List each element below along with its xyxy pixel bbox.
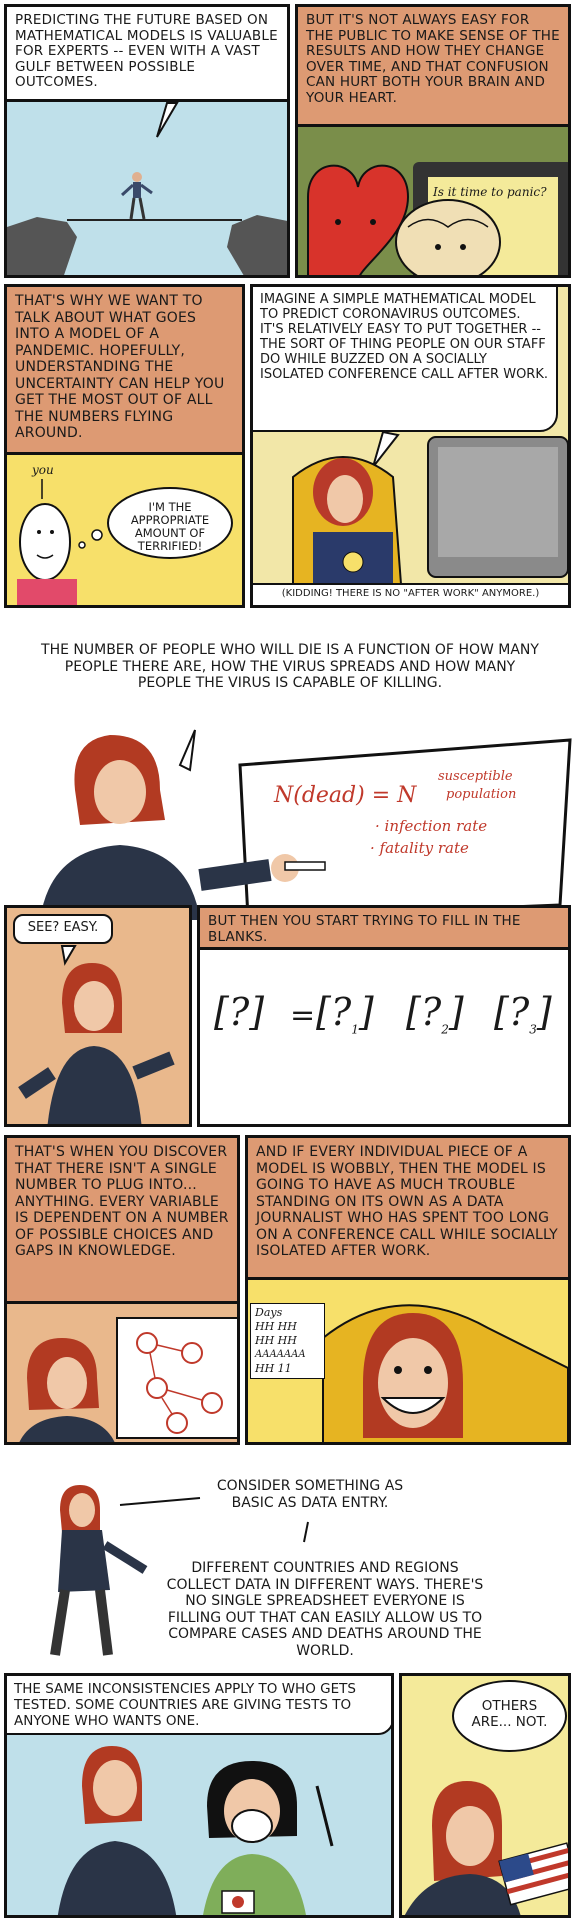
panel-4: Imagine a simple mathematical model to p… — [250, 284, 571, 608]
panel-10-text-1: Consider something as basic as data entr… — [216, 1478, 404, 1511]
panel-9: And if every individual piece of a model… — [245, 1135, 571, 1445]
stick-figure — [17, 479, 103, 605]
tightrope-scene — [7, 102, 287, 275]
scream-text: AAAAAAA — [255, 1349, 306, 1360]
testing-scene — [57, 1746, 334, 1915]
panel-7-caption: But then you start trying to fill in the… — [200, 908, 568, 950]
bracket-1: [?1] — [316, 990, 374, 1037]
panel-3: That's why we want to talk about what go… — [4, 284, 245, 608]
screen-text: Is it time to panic? — [433, 185, 547, 199]
days-tally: Days HH HH HH HH AAAAAAA HH 11 — [250, 1303, 325, 1379]
panel-2: But it's not always easy for the public … — [295, 4, 571, 278]
heart-brain-scene — [307, 162, 568, 275]
panel-10-text-2: Different countries and regions collect … — [166, 1560, 484, 1659]
presenter-shrug — [18, 945, 175, 1124]
panel-12: Others are... not. — [399, 1673, 571, 1918]
screaming-journalist — [322, 1304, 568, 1442]
formula-infection: · infection rate — [375, 817, 488, 835]
equals-sign: = — [290, 998, 316, 1033]
formula-fatality: · fatality rate — [370, 839, 469, 857]
tally-1: HH HH — [255, 1320, 297, 1333]
formula: N(dead) = N susceptible population · inf… — [270, 745, 520, 857]
bracket-0: [?] — [214, 990, 265, 1034]
panel-5-text: The number of people who will die is a f… — [41, 642, 539, 691]
flowchart-scene — [19, 1317, 237, 1442]
thought-bubble: I'm the appropriate amount of terrified! — [107, 487, 233, 559]
bracket-3: [?3] — [494, 990, 552, 1037]
formula-susceptible: susceptible — [438, 769, 513, 784]
panel-6: See? Easy. — [4, 905, 192, 1127]
panel-4-footnote: (Kidding! There is no "after work" anymo… — [253, 583, 568, 605]
tally-3: HH 11 — [255, 1362, 292, 1375]
formula-main: N(dead) = N — [274, 783, 417, 808]
formula-population: population — [446, 787, 517, 802]
flag-scene — [404, 1781, 568, 1915]
tally-2: HH HH — [255, 1334, 297, 1347]
days-label: Days — [255, 1306, 283, 1319]
panel-8: That's when you discover that there isn'… — [4, 1135, 240, 1445]
blank-equation: [?] = [?1] [?2] [?3] — [208, 990, 568, 1060]
panel-1: Predicting the future based on mathemati… — [4, 4, 290, 278]
hazmat-worker-scene — [292, 430, 568, 605]
panel-11: The same inconsistencies apply to who ge… — [4, 1673, 394, 1918]
bracket-2: [?2] — [406, 990, 464, 1037]
panel-7: But then you start trying to fill in the… — [197, 905, 571, 1127]
